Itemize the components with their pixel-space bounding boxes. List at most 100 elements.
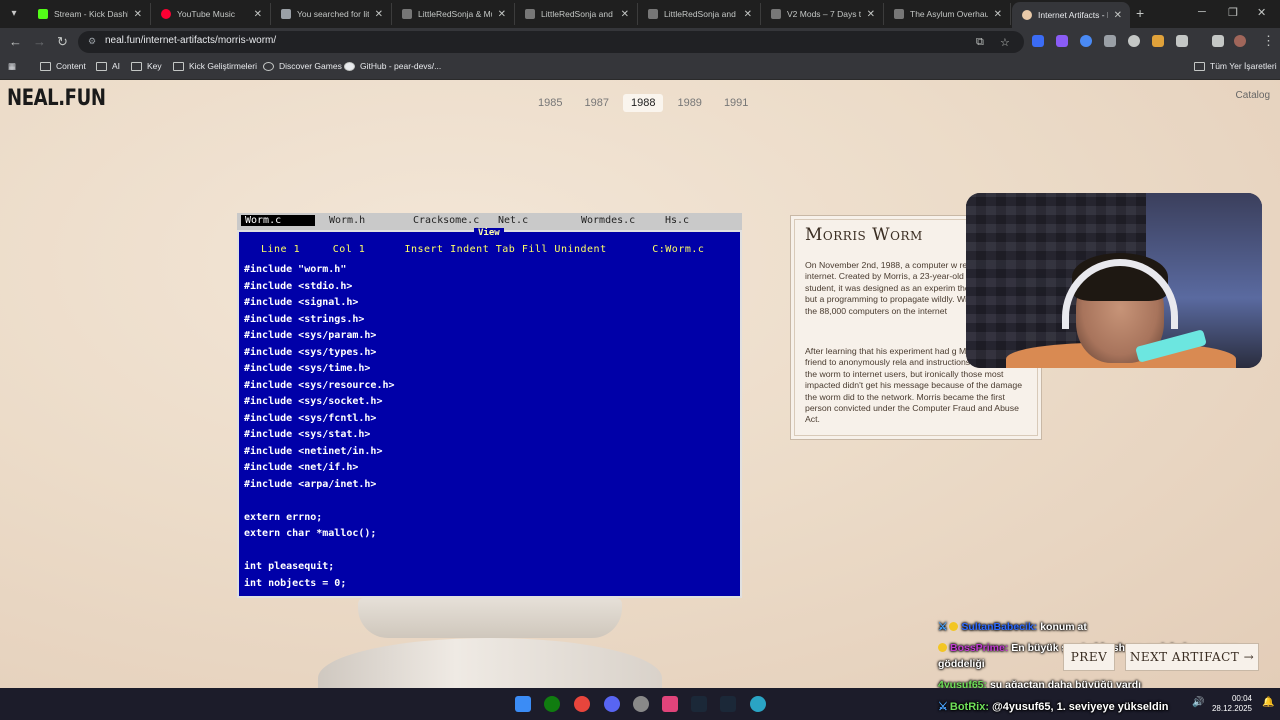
- tab-title: V2 Mods – 7 Days to: [787, 9, 861, 19]
- catalog-link[interactable]: Catalog: [1236, 90, 1270, 101]
- toolbar: ← → ↻ ⚙ neal.fun/internet-artifacts/morr…: [0, 28, 1280, 56]
- bookmark-kick[interactable]: Kick Geliştirmeleri: [173, 61, 257, 71]
- chat-text: @4yusuf65, 1. seviyeye yükseldin: [992, 701, 1169, 713]
- extensions-puzzle-icon[interactable]: [1176, 35, 1188, 47]
- reading-list-icon[interactable]: [1212, 35, 1224, 47]
- chat-message: ⚔ SultanBabecik: konum at: [938, 621, 1087, 633]
- bookmark-ai[interactable]: AI: [96, 61, 120, 71]
- chat-username: BossPrime:: [950, 642, 1009, 654]
- extension-icon[interactable]: [1056, 35, 1068, 47]
- chat-text: göddeliği: [938, 658, 985, 670]
- next-artifact-button[interactable]: NEXT ARTIFACT →: [1125, 643, 1259, 671]
- year-1985[interactable]: 1985: [530, 94, 570, 112]
- editor-tab-wormdes-c[interactable]: Wormdes.c: [581, 215, 635, 226]
- editor-tab-net-c[interactable]: Net.c: [498, 215, 528, 226]
- start-icon[interactable]: [515, 696, 531, 712]
- close-window-icon[interactable]: ✕: [1257, 6, 1266, 19]
- steam-icon[interactable]: [691, 696, 707, 712]
- app-icon[interactable]: [750, 696, 766, 712]
- close-icon[interactable]: ✕: [134, 9, 142, 20]
- notification-icon[interactable]: 🔔: [1262, 697, 1274, 708]
- moderator-sword-icon: ⚔: [938, 701, 948, 713]
- site-logo[interactable]: NEAL.FUN: [7, 86, 106, 111]
- extension-icon[interactable]: [1128, 35, 1140, 47]
- app-icon[interactable]: [662, 696, 678, 712]
- editor-tab-hs-c[interactable]: Hs.c: [665, 215, 689, 226]
- address-bar[interactable]: ⚙ neal.fun/internet-artifacts/morris-wor…: [78, 31, 1024, 53]
- close-icon[interactable]: ✕: [621, 9, 629, 20]
- close-icon[interactable]: ✕: [254, 9, 262, 20]
- extension-icon[interactable]: [1032, 35, 1044, 47]
- year-1991[interactable]: 1991: [716, 94, 756, 112]
- tab-title: LittleRedSonja and M: [664, 9, 738, 19]
- discord-icon[interactable]: [604, 696, 620, 712]
- forward-icon[interactable]: →: [33, 34, 46, 49]
- pedestal-column: [318, 638, 662, 688]
- bookmark-github[interactable]: GitHub - pear-devs/...: [344, 61, 441, 71]
- close-icon[interactable]: ✕: [744, 9, 752, 20]
- code-line: #include <netinet/in.h>: [244, 445, 383, 457]
- clock-date: 28.12.2025: [1211, 704, 1252, 713]
- year-1989[interactable]: 1989: [669, 94, 709, 112]
- editor-view-label: View: [474, 228, 504, 238]
- reload-icon[interactable]: ↻: [57, 34, 68, 50]
- minimize-icon[interactable]: ─: [1198, 6, 1206, 18]
- editor-tab-cracksome-c[interactable]: Cracksome.c: [413, 215, 479, 226]
- back-icon[interactable]: ←: [9, 34, 22, 49]
- extension-icon[interactable]: [1080, 35, 1092, 47]
- editor-tab-worm-c[interactable]: Worm.c: [241, 215, 315, 226]
- close-icon[interactable]: ✕: [498, 9, 506, 20]
- volume-icon[interactable]: 🔊: [1192, 697, 1204, 708]
- tab-search-icon[interactable]: ▾: [4, 4, 24, 24]
- year-1987[interactable]: 1987: [576, 94, 616, 112]
- menu-kebab-icon[interactable]: ⋮: [1262, 33, 1275, 49]
- badge-icon: [938, 643, 947, 652]
- tab-littleredsonja-2[interactable]: LittleRedSonja and M ✕: [515, 3, 638, 25]
- app-icon[interactable]: [633, 696, 649, 712]
- windows-taskbar: ⚔ BotRix: @4yusuf65, 1. seviyeye yükseldi…: [0, 688, 1280, 720]
- maximize-icon[interactable]: ❐: [1228, 6, 1238, 19]
- xbox-icon[interactable]: [544, 696, 560, 712]
- code-line: #include <stdio.h>: [244, 280, 353, 292]
- close-icon[interactable]: ✕: [375, 9, 383, 20]
- tab-kick[interactable]: Stream - Kick Dashbo ✕: [28, 3, 151, 25]
- year-1988[interactable]: 1988: [622, 94, 664, 112]
- chrome-icon[interactable]: [574, 696, 590, 712]
- apps-grid-icon[interactable]: ▦: [8, 61, 16, 72]
- bookmark-star-icon[interactable]: ☆: [1000, 36, 1010, 49]
- tab-littleredsonja-3[interactable]: LittleRedSonja and M ✕: [638, 3, 761, 25]
- translate-icon[interactable]: ⧉: [976, 36, 984, 49]
- clock[interactable]: 00:04 28.12.2025: [1212, 694, 1252, 714]
- close-icon[interactable]: ✕: [1114, 10, 1122, 21]
- editor-tab-worm-h[interactable]: Worm.h: [329, 215, 365, 226]
- profile-avatar[interactable]: [1234, 35, 1246, 47]
- moderator-sword-icon: ⚔: [938, 621, 948, 633]
- prev-button[interactable]: PREV: [1063, 643, 1115, 671]
- new-tab-icon[interactable]: +: [1136, 5, 1144, 21]
- bookmark-discover-games[interactable]: Discover Games: [263, 61, 342, 71]
- extension-icon[interactable]: [1104, 35, 1116, 47]
- tab-internet-artifacts[interactable]: Internet Artifacts - N ✕: [1012, 2, 1130, 28]
- code-line: #include <sys/resource.h>: [244, 379, 395, 391]
- github-icon: [344, 61, 355, 71]
- tab-littleredsonja-1[interactable]: LittleRedSonja & Mu ✕: [392, 3, 515, 25]
- tab-asylum-overhaul[interactable]: The Asylum Overhaul ✕: [884, 3, 1011, 25]
- extension-icon[interactable]: [1152, 35, 1164, 47]
- site-info-icon[interactable]: ⚙: [88, 36, 98, 46]
- url-text[interactable]: neal.fun/internet-artifacts/morris-worm/: [105, 35, 276, 46]
- editor-window[interactable]: View Line 1 Col 1 Insert Indent Tab Fill…: [237, 228, 742, 598]
- editor-code[interactable]: #include "worm.h" #include <stdio.h> #in…: [244, 262, 395, 592]
- tab-search-results[interactable]: You searched for littl ✕: [271, 3, 392, 25]
- code-line: #include <sys/fcntl.h>: [244, 412, 377, 424]
- tab-v2-mods[interactable]: V2 Mods – 7 Days to ✕: [761, 3, 884, 25]
- bookmark-content[interactable]: Content: [40, 61, 86, 71]
- close-icon[interactable]: ✕: [867, 9, 875, 20]
- code-line: #include <net/if.h>: [244, 462, 359, 473]
- bookmark-all[interactable]: Tüm Yer İşaretleri: [1194, 61, 1277, 71]
- neal-fun-icon: [1022, 10, 1032, 20]
- bookmark-key[interactable]: Key: [131, 61, 162, 71]
- close-icon[interactable]: ✕: [994, 9, 1002, 20]
- steam-icon[interactable]: [720, 696, 736, 712]
- tab-youtube-music[interactable]: YouTube Music ✕: [151, 3, 271, 25]
- page-icon: [281, 9, 291, 19]
